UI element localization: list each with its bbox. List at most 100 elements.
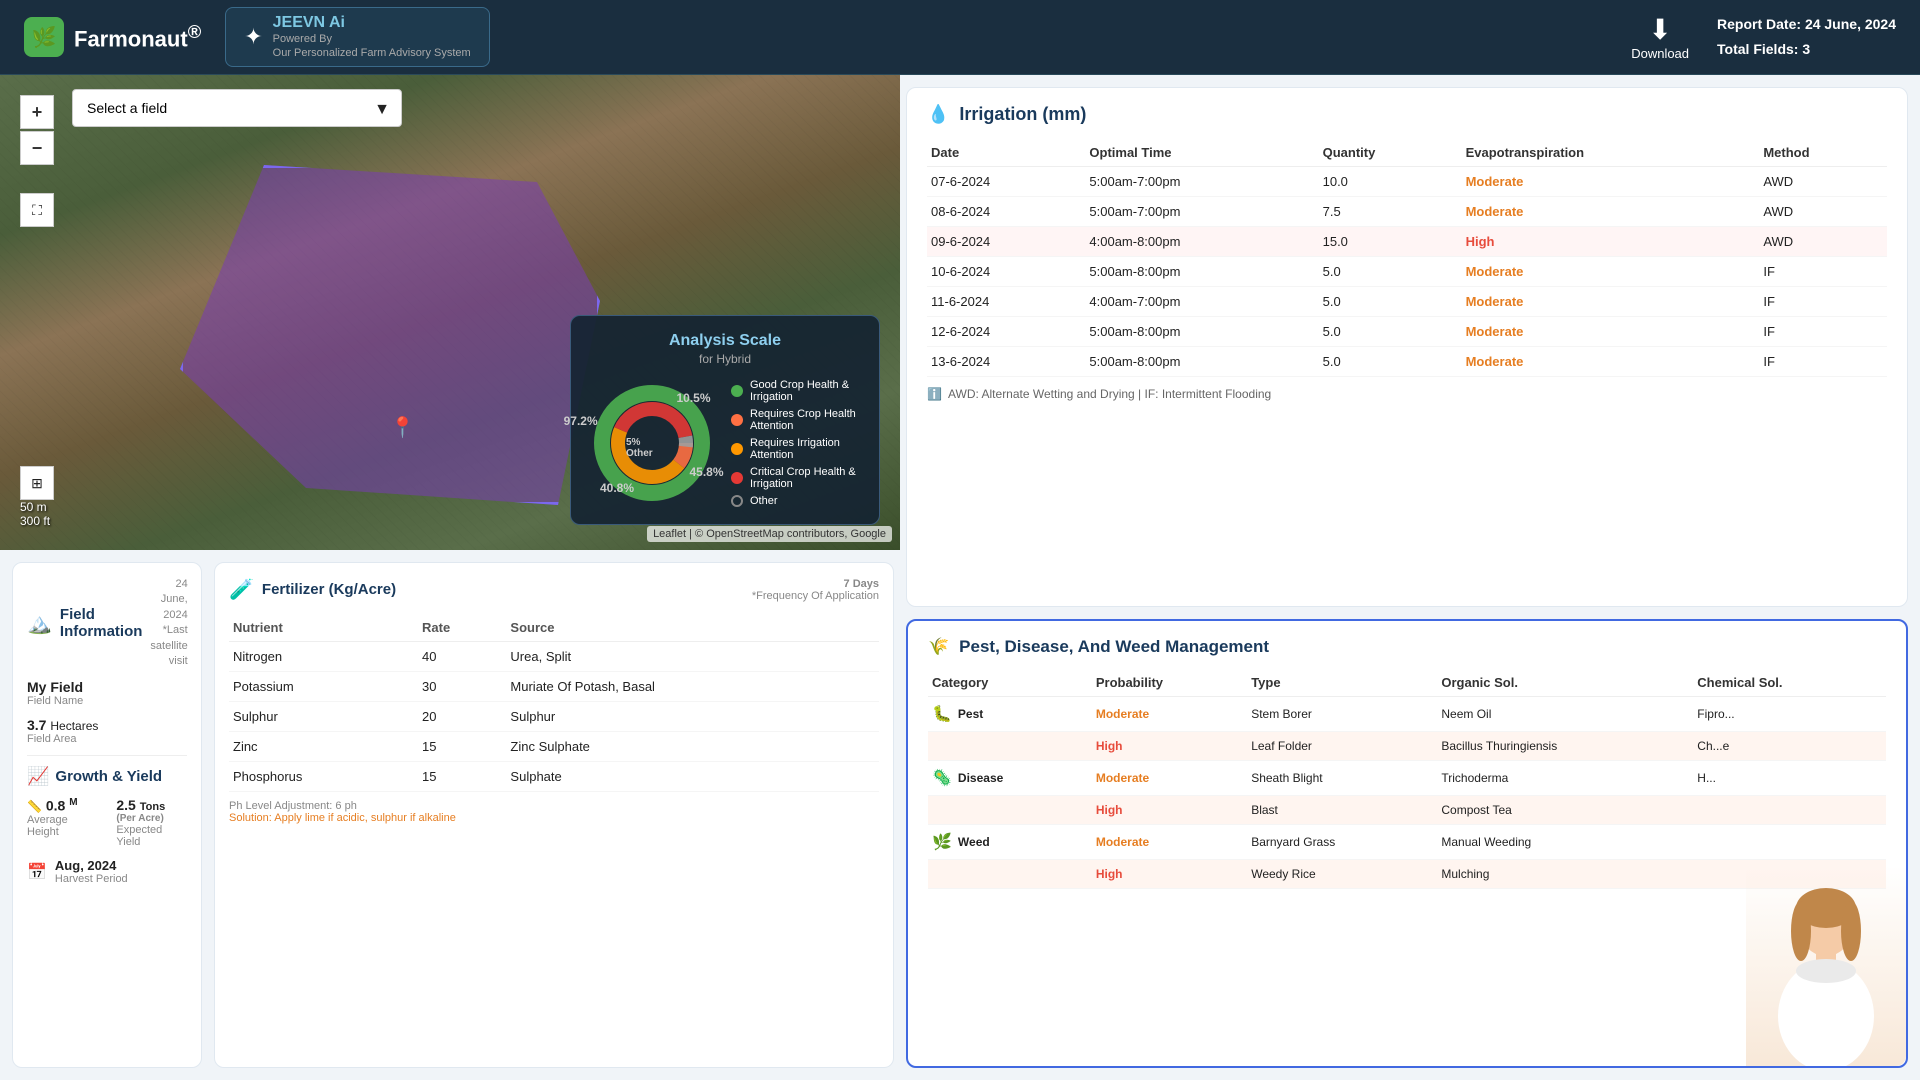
category-name: Pest xyxy=(958,707,983,721)
bottom-panels: 🏔️ Field Information 24 June, 2024 *Last… xyxy=(0,550,900,1080)
probability-badge: Moderate xyxy=(1096,835,1149,849)
pest-panel: 🌾 Pest, Disease, And Weed Management Cat… xyxy=(906,619,1908,1068)
fert-col-nutrient: Nutrient xyxy=(229,614,418,642)
growth-metrics: 📏 0.8 M Average Height 2.5 Tons (Per Acr… xyxy=(27,797,187,848)
pest-type: Blast xyxy=(1247,796,1437,825)
irrig-evap: Moderate xyxy=(1462,317,1760,347)
table-row: HighBlastCompost Tea xyxy=(928,796,1886,825)
irrigation-panel: 💧 Irrigation (mm) Date Optimal Time Quan… xyxy=(906,87,1908,607)
pest-chemical xyxy=(1693,796,1886,825)
table-row: 🌿WeedModerateBarnyard GrassManual Weedin… xyxy=(928,825,1886,860)
evap-status: Moderate xyxy=(1466,354,1524,369)
harvest-icon: 📅 xyxy=(27,862,47,882)
irrig-method: IF xyxy=(1759,347,1887,377)
fert-cell-nutrient: Nitrogen xyxy=(229,642,418,672)
jeevn-powered: Powered By Our Personalized Farm Advisor… xyxy=(273,32,471,61)
fullscreen-button[interactable]: ⛶ xyxy=(20,193,54,227)
pest-category xyxy=(928,860,1092,889)
analysis-subtitle: for Hybrid xyxy=(587,352,863,366)
pct-972-label: 97.2% xyxy=(564,414,598,428)
avatar-svg xyxy=(1756,876,1896,1066)
pest-category: 🌿 Weed xyxy=(928,825,1092,860)
pest-title-icon: 🌾 xyxy=(928,637,949,657)
yield-label: Expected Yield xyxy=(116,824,187,848)
zoom-in-button[interactable]: + xyxy=(20,95,54,129)
field-marker: 📍 xyxy=(390,415,415,440)
field-select-wrapper[interactable]: Select a field ▼ xyxy=(72,89,402,127)
category-icon: 🦠 xyxy=(932,768,952,788)
report-info: Report Date: 24 June, 2024 Total Fields:… xyxy=(1717,12,1896,62)
fert-cell-rate: 40 xyxy=(418,642,506,672)
legend-item: Critical Crop Health & Irrigation xyxy=(731,466,863,490)
field-info-title: Field Information xyxy=(60,606,143,640)
harvest-label: Harvest Period xyxy=(55,873,128,885)
growth-title: Growth & Yield xyxy=(55,768,162,785)
fert-title-wrap: 🧪 Fertilizer (Kg/Acre) xyxy=(229,577,396,602)
irrig-date: 07-6-2024 xyxy=(927,167,1085,197)
table-row: Sulphur20Sulphur xyxy=(229,702,879,732)
zoom-out-button[interactable]: − xyxy=(20,131,54,165)
table-row: 11-6-20244:00am-7:00pm5.0ModerateIF xyxy=(927,287,1887,317)
field-info-header: 🏔️ Field Information 24 June, 2024 *Last… xyxy=(27,577,187,669)
fert-cell-rate: 15 xyxy=(418,762,506,792)
irrig-date: 12-6-2024 xyxy=(927,317,1085,347)
logo-text: Farmonaut® xyxy=(74,21,201,52)
fertilizer-table: Nutrient Rate Source Nitrogen40Urea, Spl… xyxy=(229,614,879,792)
ph-solution-link[interactable]: Solution: Apply lime if acidic, sulphur … xyxy=(229,812,456,824)
pest-category xyxy=(928,732,1092,761)
table-row: 13-6-20245:00am-8:00pm5.0ModerateIF xyxy=(927,347,1887,377)
irrig-qty: 5.0 xyxy=(1319,287,1462,317)
pest-title: 🌾 Pest, Disease, And Weed Management xyxy=(928,637,1886,657)
table-row: Potassium30Muriate Of Potash, Basal xyxy=(229,672,879,702)
evap-status: Moderate xyxy=(1466,324,1524,339)
legend-dot xyxy=(731,385,743,397)
pest-organic: Manual Weeding xyxy=(1437,825,1693,860)
analysis-legend: Good Crop Health & Irrigation Requires Cr… xyxy=(731,379,863,507)
irrig-time: 4:00am-8:00pm xyxy=(1085,227,1318,257)
pest-col-organic: Organic Sol. xyxy=(1437,669,1693,697)
evap-status: Moderate xyxy=(1466,174,1524,189)
analysis-content: 97.2% 10.5% 45.8% 40.8% 5%Other Good Cro… xyxy=(587,378,863,508)
irrigation-table: Date Optimal Time Quantity Evapotranspir… xyxy=(927,139,1887,377)
field-select[interactable]: Select a field xyxy=(72,89,402,127)
probability-badge: High xyxy=(1096,867,1123,881)
irrig-method: AWD xyxy=(1759,227,1887,257)
probability-badge: High xyxy=(1096,739,1123,753)
irrig-date: 08-6-2024 xyxy=(927,197,1085,227)
field-area-value: 3.7 Hectares xyxy=(27,717,187,733)
map-credit: Leaflet | © OpenStreetMap contributors, … xyxy=(647,526,892,542)
main-layout: 📍 + − Select a field ▼ ⛶ ⊞ 50 m 300 f xyxy=(0,75,1920,1080)
layer-button[interactable]: ⊞ xyxy=(20,466,54,500)
fert-cell-rate: 15 xyxy=(418,732,506,762)
irrig-col-evap: Evapotranspiration xyxy=(1462,139,1760,167)
jeevn-name: JEEVN Ai xyxy=(273,14,471,32)
category-name: Weed xyxy=(958,835,990,849)
field-area-label: Field Area xyxy=(27,733,187,745)
pest-organic: Mulching xyxy=(1437,860,1693,889)
growth-icon: 📈 xyxy=(27,766,49,787)
table-row: 09-6-20244:00am-8:00pm15.0HighAWD xyxy=(927,227,1887,257)
probability-badge: Moderate xyxy=(1096,707,1149,721)
pest-organic: Compost Tea xyxy=(1437,796,1693,825)
fert-cell-rate: 30 xyxy=(418,672,506,702)
pest-type: Weedy Rice xyxy=(1247,860,1437,889)
category-icon: 🌿 xyxy=(932,832,952,852)
pest-chemical xyxy=(1693,825,1886,860)
jeevn-icon: ✦ xyxy=(244,24,262,50)
pest-category xyxy=(928,796,1092,825)
irrig-evap: Moderate xyxy=(1462,167,1760,197)
right-panel: 💧 Irrigation (mm) Date Optimal Time Quan… xyxy=(900,75,1920,1080)
download-button[interactable]: ⬇ Download xyxy=(1631,13,1689,61)
irrig-evap: Moderate xyxy=(1462,347,1760,377)
legend-item: Requires Irrigation Attention xyxy=(731,437,863,461)
legend-item: Requires Crop Health Attention xyxy=(731,408,863,432)
pest-organic: Trichoderma xyxy=(1437,761,1693,796)
fert-header: 🧪 Fertilizer (Kg/Acre) 7 Days *Frequency… xyxy=(229,577,879,602)
pest-col-cat: Category xyxy=(928,669,1092,697)
map-area[interactable]: 📍 + − Select a field ▼ ⛶ ⊞ 50 m 300 f xyxy=(0,75,900,550)
table-row: 🐛PestModerateStem BorerNeem OilFipro... xyxy=(928,697,1886,732)
pest-chemical: H... xyxy=(1693,761,1886,796)
field-info-panel: 🏔️ Field Information 24 June, 2024 *Last… xyxy=(12,562,202,1068)
legend-label: Good Crop Health & Irrigation xyxy=(750,379,863,403)
irrig-qty: 5.0 xyxy=(1319,257,1462,287)
